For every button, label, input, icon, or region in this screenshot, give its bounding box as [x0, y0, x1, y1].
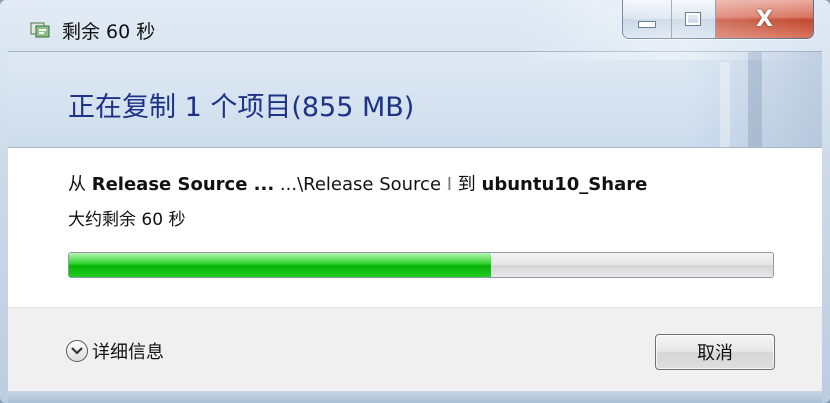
source-name-link[interactable]: Release Source ... — [92, 174, 274, 195]
from-label: 从 — [68, 174, 92, 195]
maximize-button[interactable] — [671, 0, 717, 38]
header-decoration — [720, 62, 730, 148]
to-label: 到 — [452, 174, 482, 195]
copy-details-panel: 从 Release Source ... ...\Release Source … — [8, 147, 822, 308]
minimize-icon — [637, 20, 656, 28]
progress-fill — [69, 253, 492, 277]
copy-path-line: 从 Release Source ... ...\Release Source … — [68, 170, 647, 196]
chevron-down-icon — [66, 340, 88, 362]
window-bottom-border — [8, 391, 822, 403]
title-bar[interactable]: 剩余 60 秒 X — [0, 0, 830, 50]
more-details-toggle[interactable]: 详细信息 — [66, 338, 164, 364]
header-decoration — [748, 52, 762, 148]
window-frame: 剩余 60 秒 X 正在复制 1 个项目(855 MB) 从 Release S… — [0, 0, 830, 403]
source-path: ...\Release Source — [274, 174, 447, 195]
caption-buttons: X — [622, 0, 814, 39]
time-remaining: 大约剩余 60 秒 — [68, 210, 186, 230]
operation-title: 正在复制 1 个项目(855 MB) — [68, 92, 415, 123]
close-icon: X — [756, 6, 773, 32]
destination-name-link[interactable]: ubuntu10_Share — [482, 174, 648, 195]
copy-progress-bar — [68, 252, 774, 278]
close-button[interactable]: X — [716, 0, 813, 38]
dialog-header: 正在复制 1 个项目(855 MB) — [8, 51, 822, 148]
window-title: 剩余 60 秒 — [62, 21, 156, 43]
minimize-button[interactable] — [623, 0, 672, 38]
dialog-footer: 详细信息 取消 — [8, 307, 822, 392]
more-details-label: 详细信息 — [92, 342, 164, 363]
cancel-button[interactable]: 取消 — [655, 334, 775, 370]
maximize-icon — [685, 12, 702, 26]
file-copy-icon — [30, 22, 50, 38]
